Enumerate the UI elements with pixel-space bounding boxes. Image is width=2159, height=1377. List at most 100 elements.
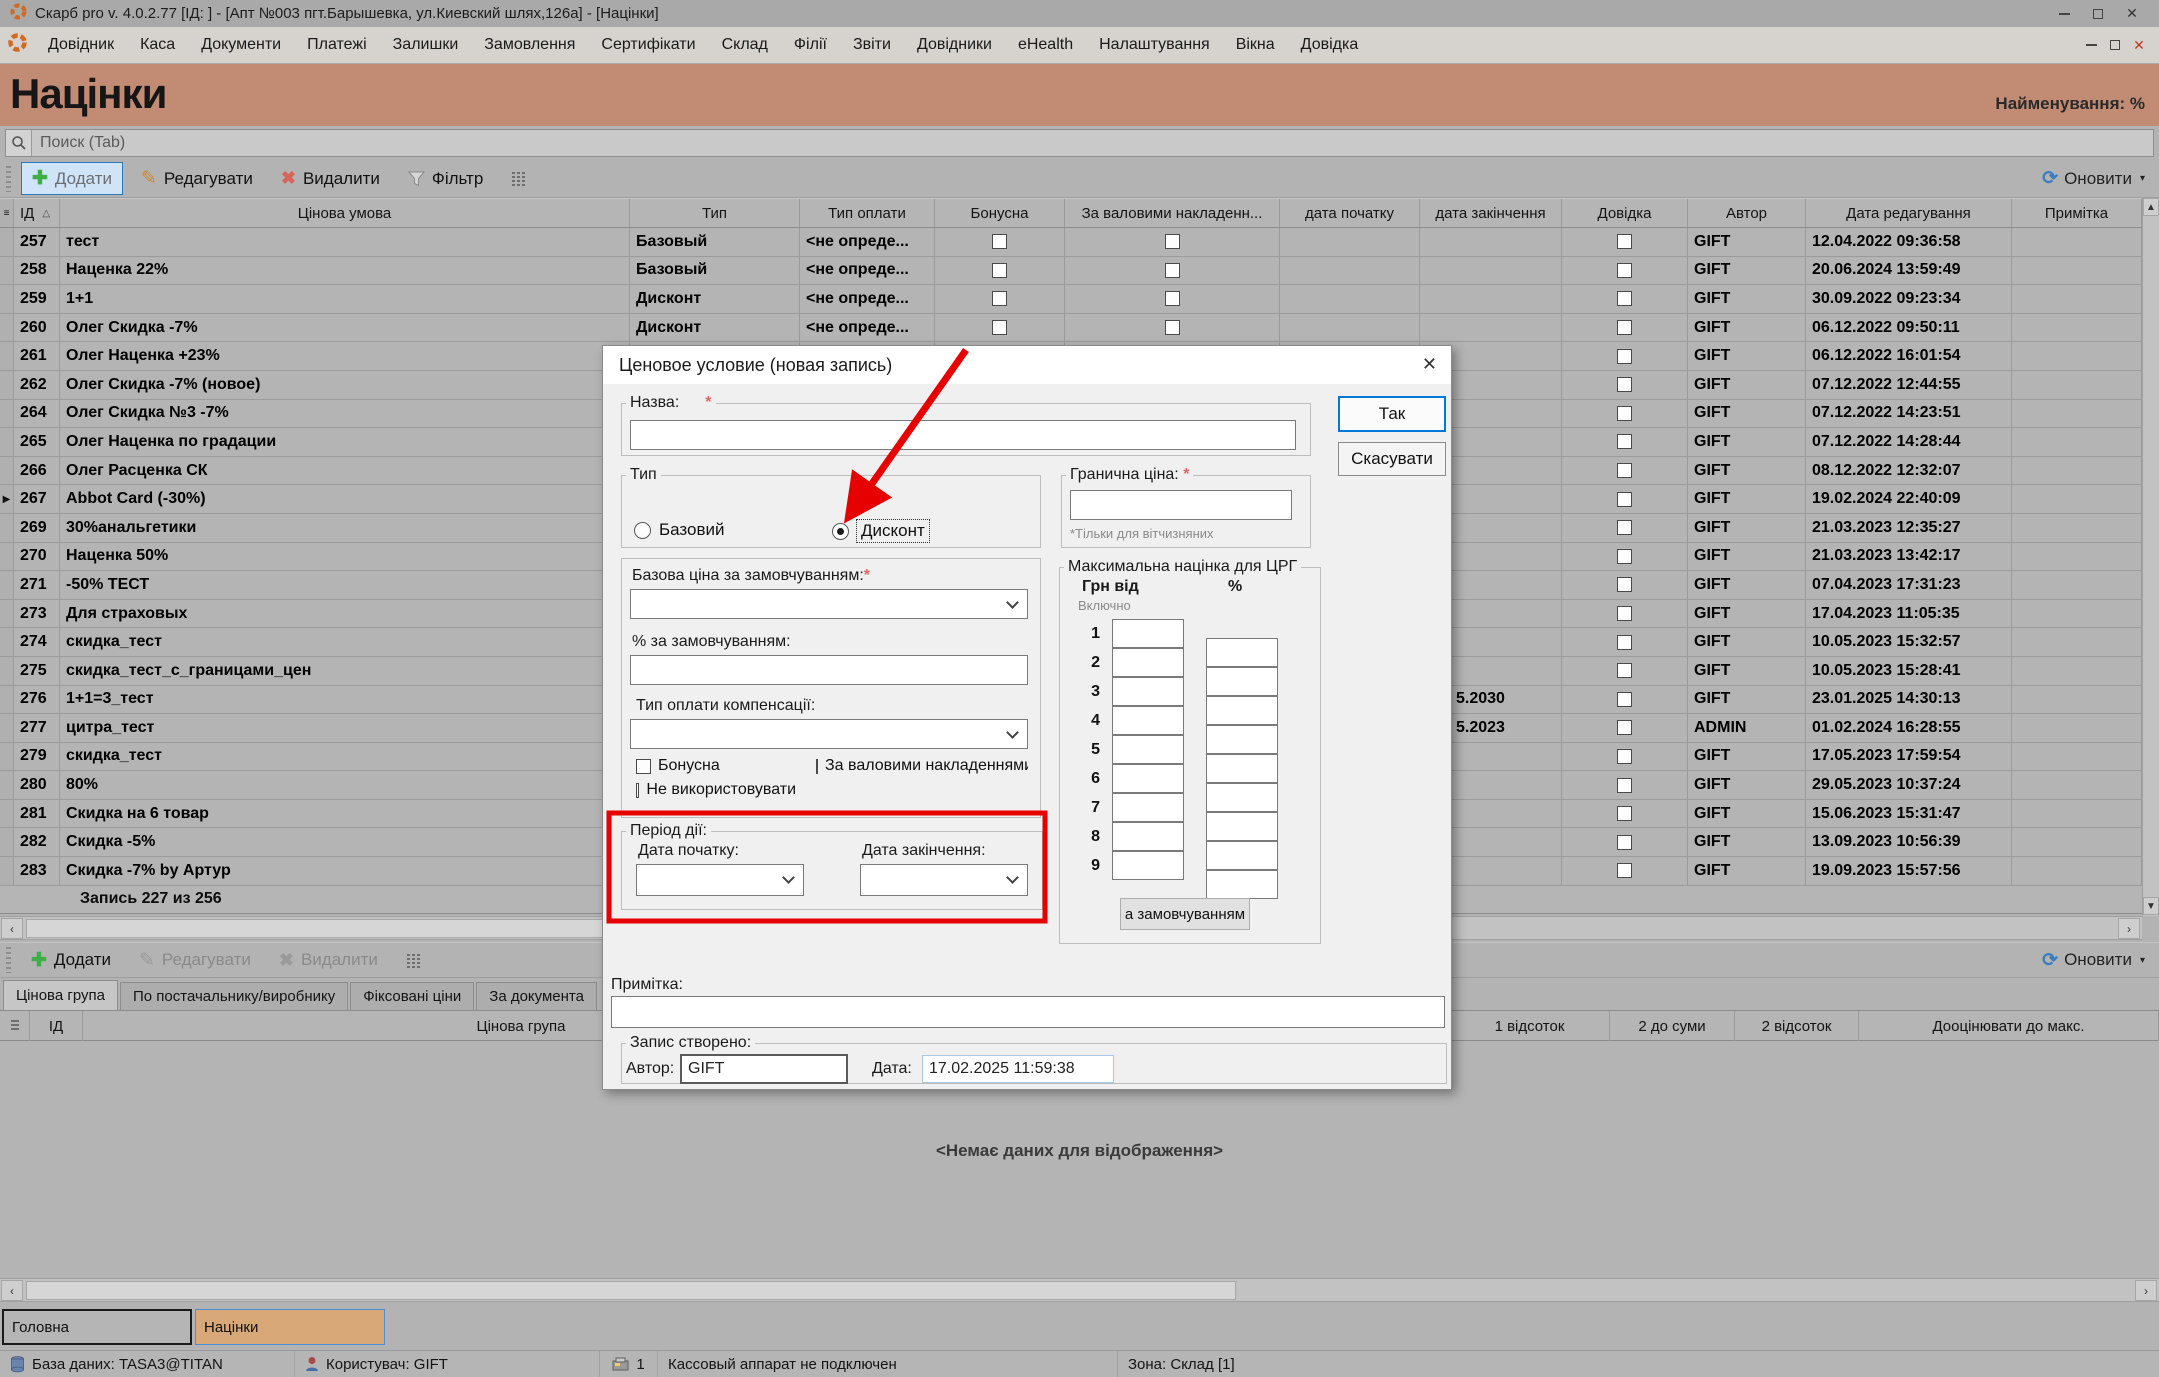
end-date-combobox[interactable]	[860, 864, 1028, 896]
grn-from-input[interactable]	[1112, 822, 1184, 851]
restore-icon[interactable]	[2081, 4, 2115, 24]
column-header-6[interactable]: дата початку	[1280, 199, 1420, 227]
detail-delete-button[interactable]: ✖Видалити	[269, 946, 388, 975]
menu-item-2[interactable]: Документи	[188, 32, 294, 57]
reference-checkbox[interactable]	[1562, 857, 1688, 885]
menu-item-7[interactable]: Склад	[709, 32, 781, 57]
reference-checkbox[interactable]	[1562, 514, 1688, 542]
start-date-combobox[interactable]	[636, 864, 804, 896]
tab-markups[interactable]: Націнки	[195, 1309, 385, 1345]
reference-checkbox[interactable]	[1562, 600, 1688, 628]
tab-fixed-prices[interactable]: Фіксовані ціни	[350, 982, 474, 1010]
table-row[interactable]: 257тестБазовый<не опреде...GIFT12.04.202…	[0, 228, 2142, 257]
gross-checkbox[interactable]	[1065, 257, 1280, 285]
percent-input[interactable]	[1206, 638, 1278, 667]
menu-item-9[interactable]: Звіти	[840, 32, 904, 57]
detail-refresh-button[interactable]: ⟳Оновити▾	[2042, 949, 2145, 972]
edit-button[interactable]: ✎Редагувати	[131, 163, 263, 194]
detail-column-0[interactable]: 1 відсоток	[1450, 1011, 1610, 1041]
reference-checkbox[interactable]	[1562, 371, 1688, 399]
column-header-11[interactable]: Примітка	[2012, 199, 2142, 227]
author-input[interactable]	[680, 1054, 848, 1084]
dialog-title-bar[interactable]: Ценовое условие (новая запись) ✕	[603, 346, 1451, 384]
reference-checkbox[interactable]	[1562, 828, 1688, 856]
reference-checkbox[interactable]	[1562, 257, 1688, 285]
column-header-0[interactable]: ІД △	[14, 199, 60, 227]
grn-from-input[interactable]	[1112, 764, 1184, 793]
radio-discount[interactable]: Дисконт	[832, 520, 929, 542]
grn-from-input[interactable]	[1112, 619, 1184, 648]
menu-item-5[interactable]: Замовлення	[471, 32, 588, 57]
bonus-checkbox[interactable]	[935, 257, 1065, 285]
tab-price-group[interactable]: Цінова група	[3, 980, 118, 1010]
reference-checkbox[interactable]	[1562, 457, 1688, 485]
dropdown-arrow-icon[interactable]: ▾	[2140, 173, 2145, 184]
column-header-9[interactable]: Автор	[1688, 199, 1806, 227]
menu-item-13[interactable]: Вікна	[1223, 32, 1288, 57]
bonus-checkbox[interactable]: Бонусна	[636, 757, 806, 775]
menu-item-6[interactable]: Сертифікати	[588, 32, 708, 57]
add-button[interactable]: ✚Додати	[21, 162, 123, 195]
mdi-minimize-icon[interactable]	[2079, 35, 2103, 55]
grn-from-input[interactable]	[1112, 735, 1184, 764]
gross-checkbox[interactable]	[1065, 314, 1280, 342]
table-row[interactable]: 258Наценка 22%Базовый<не опреде...GIFT20…	[0, 257, 2142, 286]
detail-edit-button[interactable]: ✎Редагувати	[129, 945, 261, 976]
menu-item-11[interactable]: eHealth	[1005, 32, 1086, 57]
menu-item-8[interactable]: Філії	[781, 32, 840, 57]
reference-checkbox[interactable]	[1562, 400, 1688, 428]
scroll-up-icon[interactable]: ▲	[2143, 198, 2159, 216]
detail-column-3[interactable]: Дооцінювати до макс.	[1859, 1011, 2159, 1041]
filter-button[interactable]: Фільтр	[398, 165, 493, 193]
column-header-8[interactable]: Довідка	[1562, 199, 1688, 227]
dropdown-arrow-icon[interactable]: ▾	[2140, 955, 2145, 966]
menu-item-3[interactable]: Платежі	[294, 32, 380, 57]
not-used-checkbox[interactable]: Не використовувати	[636, 781, 796, 799]
base-price-combobox[interactable]	[630, 589, 1028, 619]
gross-checkbox[interactable]	[1065, 285, 1280, 313]
column-header-7[interactable]: дата закінчення	[1420, 199, 1562, 227]
dialog-close-icon[interactable]: ✕	[1422, 354, 1437, 375]
scroll-right-icon[interactable]: ›	[2118, 918, 2140, 939]
grn-from-input[interactable]	[1112, 793, 1184, 822]
percent-input[interactable]	[1206, 841, 1278, 870]
search-box[interactable]	[5, 129, 2154, 157]
reference-checkbox[interactable]	[1562, 628, 1688, 656]
reference-checkbox[interactable]	[1562, 743, 1688, 771]
menu-item-0[interactable]: Довідник	[35, 32, 127, 57]
grn-from-input[interactable]	[1112, 851, 1184, 880]
table-row[interactable]: 260Олег Скидка -7%Дисконт<не опреде...GI…	[0, 314, 2142, 343]
radio-base[interactable]: Базовий	[634, 520, 725, 540]
bonus-checkbox[interactable]	[935, 228, 1065, 256]
note-input[interactable]	[611, 996, 1445, 1028]
grn-from-input[interactable]	[1112, 648, 1184, 677]
column-header-10[interactable]: Дата редагування	[1806, 199, 2012, 227]
column-header-4[interactable]: Бонусна	[935, 199, 1065, 227]
horizontal-scrollbar-lower[interactable]: ‹ ›	[0, 1278, 2159, 1302]
reference-checkbox[interactable]	[1562, 714, 1688, 742]
columns-button[interactable]	[501, 167, 536, 190]
percent-input[interactable]	[1206, 812, 1278, 841]
percent-input[interactable]	[1206, 667, 1278, 696]
toolbar-grip[interactable]	[6, 947, 11, 973]
menu-item-4[interactable]: Залишки	[380, 32, 472, 57]
cancel-button[interactable]: Скасувати	[1338, 442, 1446, 476]
close-icon[interactable]: ✕	[2115, 4, 2149, 24]
reference-checkbox[interactable]	[1562, 342, 1688, 370]
compensation-pay-type-combobox[interactable]	[630, 719, 1028, 749]
grn-from-input[interactable]	[1112, 706, 1184, 735]
refresh-button[interactable]: ⟳Оновити▾	[2042, 167, 2145, 190]
tab-home[interactable]: Головна	[2, 1309, 192, 1345]
reference-checkbox[interactable]	[1562, 428, 1688, 456]
reference-checkbox[interactable]	[1562, 314, 1688, 342]
reference-checkbox[interactable]	[1562, 571, 1688, 599]
detail-column-2[interactable]: 2 відсоток	[1735, 1011, 1859, 1041]
detail-column-1[interactable]: 2 до суми	[1610, 1011, 1735, 1041]
table-row[interactable]: 2591+1Дисконт<не опреде...GIFT30.09.2022…	[0, 285, 2142, 314]
detail-columns-button[interactable]	[396, 949, 431, 972]
reference-checkbox[interactable]	[1562, 485, 1688, 513]
grn-from-input[interactable]	[1112, 677, 1184, 706]
scroll-left-icon[interactable]: ‹	[1, 918, 23, 939]
ok-button[interactable]: Так	[1338, 396, 1446, 432]
reference-checkbox[interactable]	[1562, 686, 1688, 714]
